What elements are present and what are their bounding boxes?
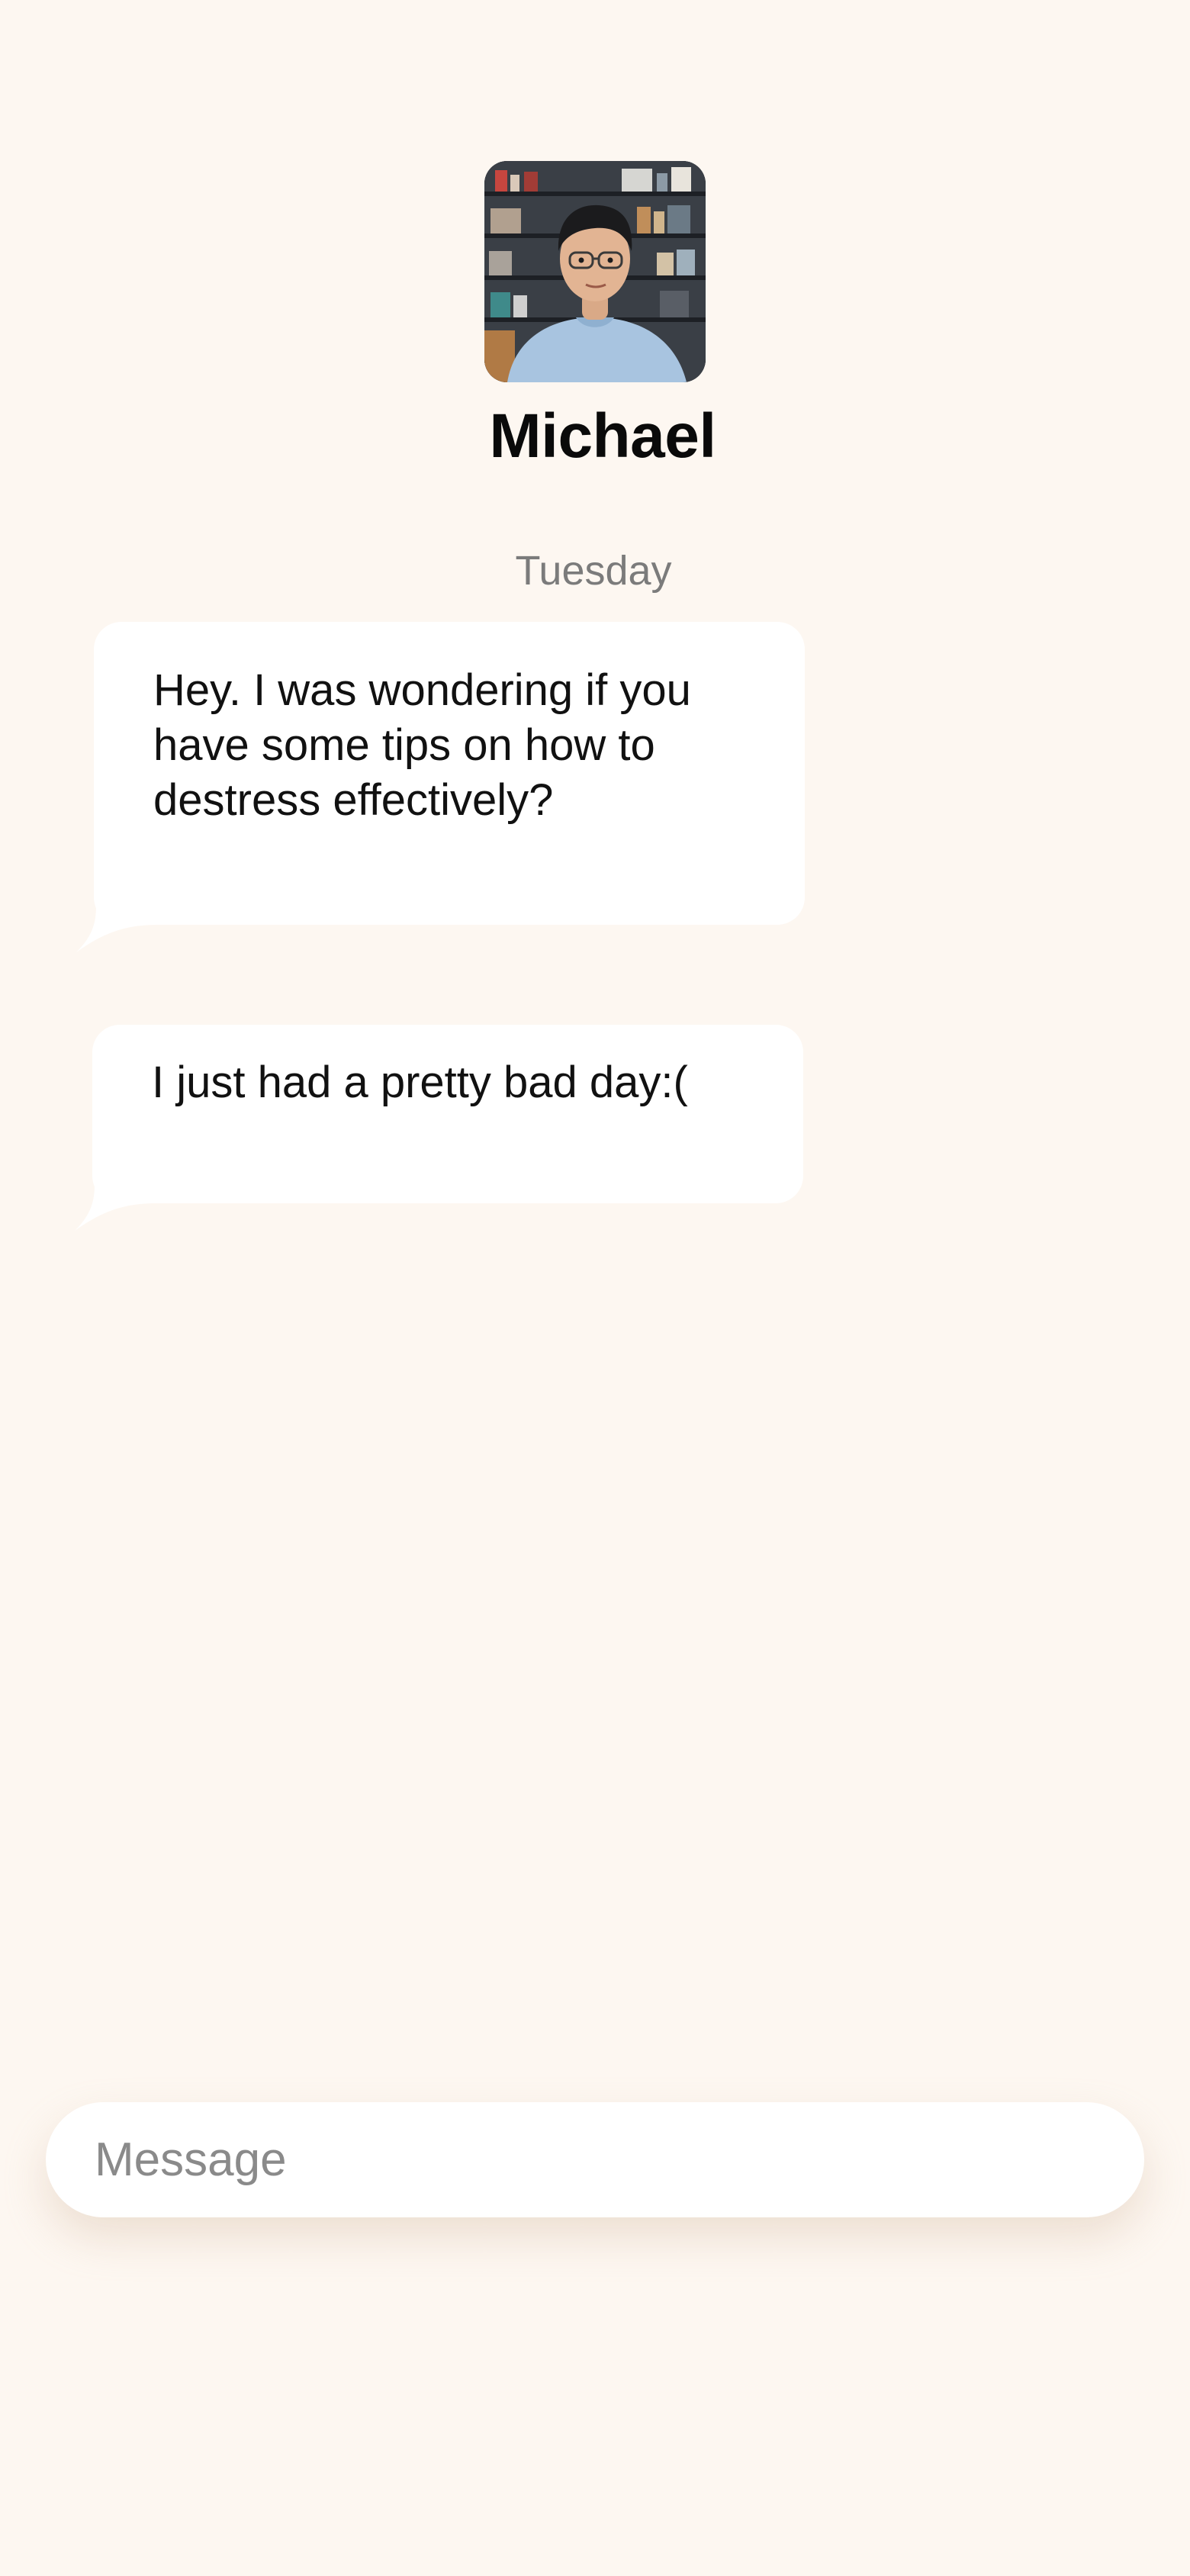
message-input[interactable]: [95, 2102, 1086, 2217]
contact-name: Michael: [489, 401, 716, 471]
message-text: I just had a pretty bad day:(: [152, 1058, 688, 1107]
day-separator: Tuesday: [515, 548, 672, 594]
incoming-message-bubble: I just had a pretty bad day:(: [92, 1025, 803, 1203]
message-composer[interactable]: [46, 2102, 1144, 2217]
avatar-photo: [484, 161, 706, 382]
contact-avatar[interactable]: [484, 161, 706, 382]
incoming-message-bubble: Hey. I was wondering if you have some ti…: [94, 622, 805, 925]
message-text: Hey. I was wondering if you have some ti…: [153, 665, 691, 825]
